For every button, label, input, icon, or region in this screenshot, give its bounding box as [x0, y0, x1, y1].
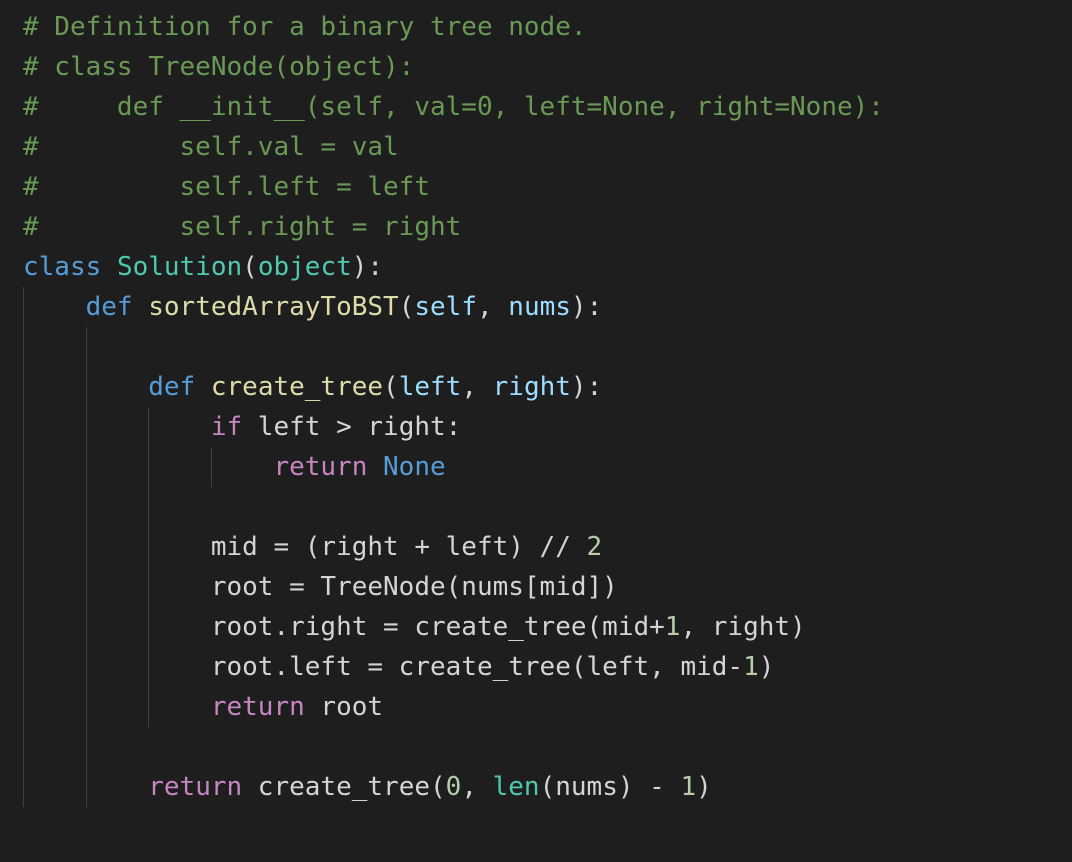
code-line[interactable]: def create_tree(left, right): — [23, 367, 884, 407]
code-token: # self.right = right — [23, 212, 462, 242]
code-token: , — [461, 372, 493, 402]
code-line[interactable]: # Definition for a binary tree node. — [23, 7, 884, 47]
code-token: , right) — [680, 612, 806, 642]
code-token: ) — [758, 652, 775, 682]
code-token: len — [492, 772, 540, 802]
code-line[interactable]: return None — [23, 447, 884, 487]
code-token: return — [273, 452, 368, 482]
code-line[interactable]: root = TreeNode(nums[mid]) — [23, 567, 884, 607]
code-token: 1 — [743, 652, 759, 682]
code-line[interactable]: # def __init__(self, val=0, left=None, r… — [23, 87, 884, 127]
code-token: right — [492, 372, 571, 402]
code-token: ( — [383, 372, 399, 402]
code-text[interactable]: # Definition for a binary tree node. # cl… — [23, 7, 884, 807]
code-token: ) — [696, 772, 712, 802]
code-token: ( — [242, 252, 258, 282]
code-line[interactable]: # self.val = val — [23, 127, 884, 167]
code-token: None — [383, 452, 446, 482]
code-token: mid = (right + left) // — [23, 532, 587, 562]
code-token: self — [414, 292, 477, 322]
code-line[interactable]: root.left = create_tree(left, mid-1) — [23, 647, 884, 687]
code-token: (nums) - — [539, 772, 681, 802]
code-line[interactable]: return create_tree(0, len(nums) - 1) — [23, 767, 884, 807]
code-line[interactable] — [23, 327, 884, 367]
code-line[interactable]: mid = (right + left) // 2 — [23, 527, 884, 567]
code-token: if — [210, 412, 243, 442]
code-token: object — [257, 252, 352, 282]
code-token: root.left = create_tree(left, mid- — [23, 652, 744, 682]
code-token: return — [210, 692, 305, 722]
code-token: def — [85, 292, 133, 322]
code-token: 1 — [664, 612, 681, 642]
code-line[interactable]: if left > right: — [23, 407, 884, 447]
code-token: # self.left = left — [23, 172, 430, 202]
code-token: root = TreeNode(nums[mid]) — [23, 572, 618, 602]
code-line[interactable]: # self.right = right — [23, 207, 884, 247]
code-token: left — [398, 372, 462, 402]
code-token: ): — [570, 372, 603, 402]
code-token: left > right: — [242, 412, 462, 442]
code-token: # self.val = val — [23, 132, 399, 162]
code-line[interactable] — [23, 727, 884, 767]
code-token: 1 — [680, 772, 697, 802]
code-token: nums — [508, 292, 571, 322]
code-token: 0 — [445, 772, 462, 802]
code-token: ( — [398, 292, 415, 322]
code-token: def — [148, 372, 196, 402]
code-token: root.right = create_tree(mid+ — [23, 612, 665, 642]
code-token: , — [476, 292, 509, 322]
code-line[interactable]: return root — [23, 687, 884, 727]
code-line[interactable]: root.right = create_tree(mid+1, right) — [23, 607, 884, 647]
code-line[interactable]: class Solution(object): — [23, 247, 884, 287]
code-line[interactable]: def sortedArrayToBST(self, nums): — [23, 287, 884, 327]
code-token: create_tree — [210, 372, 384, 402]
code-line[interactable] — [23, 487, 884, 527]
code-editor[interactable]: # Definition for a binary tree node. # cl… — [0, 0, 1072, 862]
code-token: return — [148, 772, 243, 802]
code-line[interactable]: # self.left = left — [23, 167, 884, 207]
code-token: Solution — [116, 252, 243, 282]
code-token: sortedArrayToBST — [148, 292, 399, 322]
code-token: ): — [351, 252, 384, 282]
code-token: # Definition for a binary tree node. — [23, 12, 587, 42]
code-token: root — [304, 692, 384, 722]
code-token: ): — [570, 292, 603, 322]
code-token: # class TreeNode(object): — [23, 52, 415, 82]
code-token: 2 — [586, 532, 603, 562]
code-token: , — [461, 772, 493, 802]
code-token: # def __init__(self, val=0, left=None, r… — [23, 92, 884, 122]
code-token: create_tree( — [242, 772, 446, 802]
code-token: class — [23, 252, 102, 282]
code-line[interactable]: # class TreeNode(object): — [23, 47, 884, 87]
